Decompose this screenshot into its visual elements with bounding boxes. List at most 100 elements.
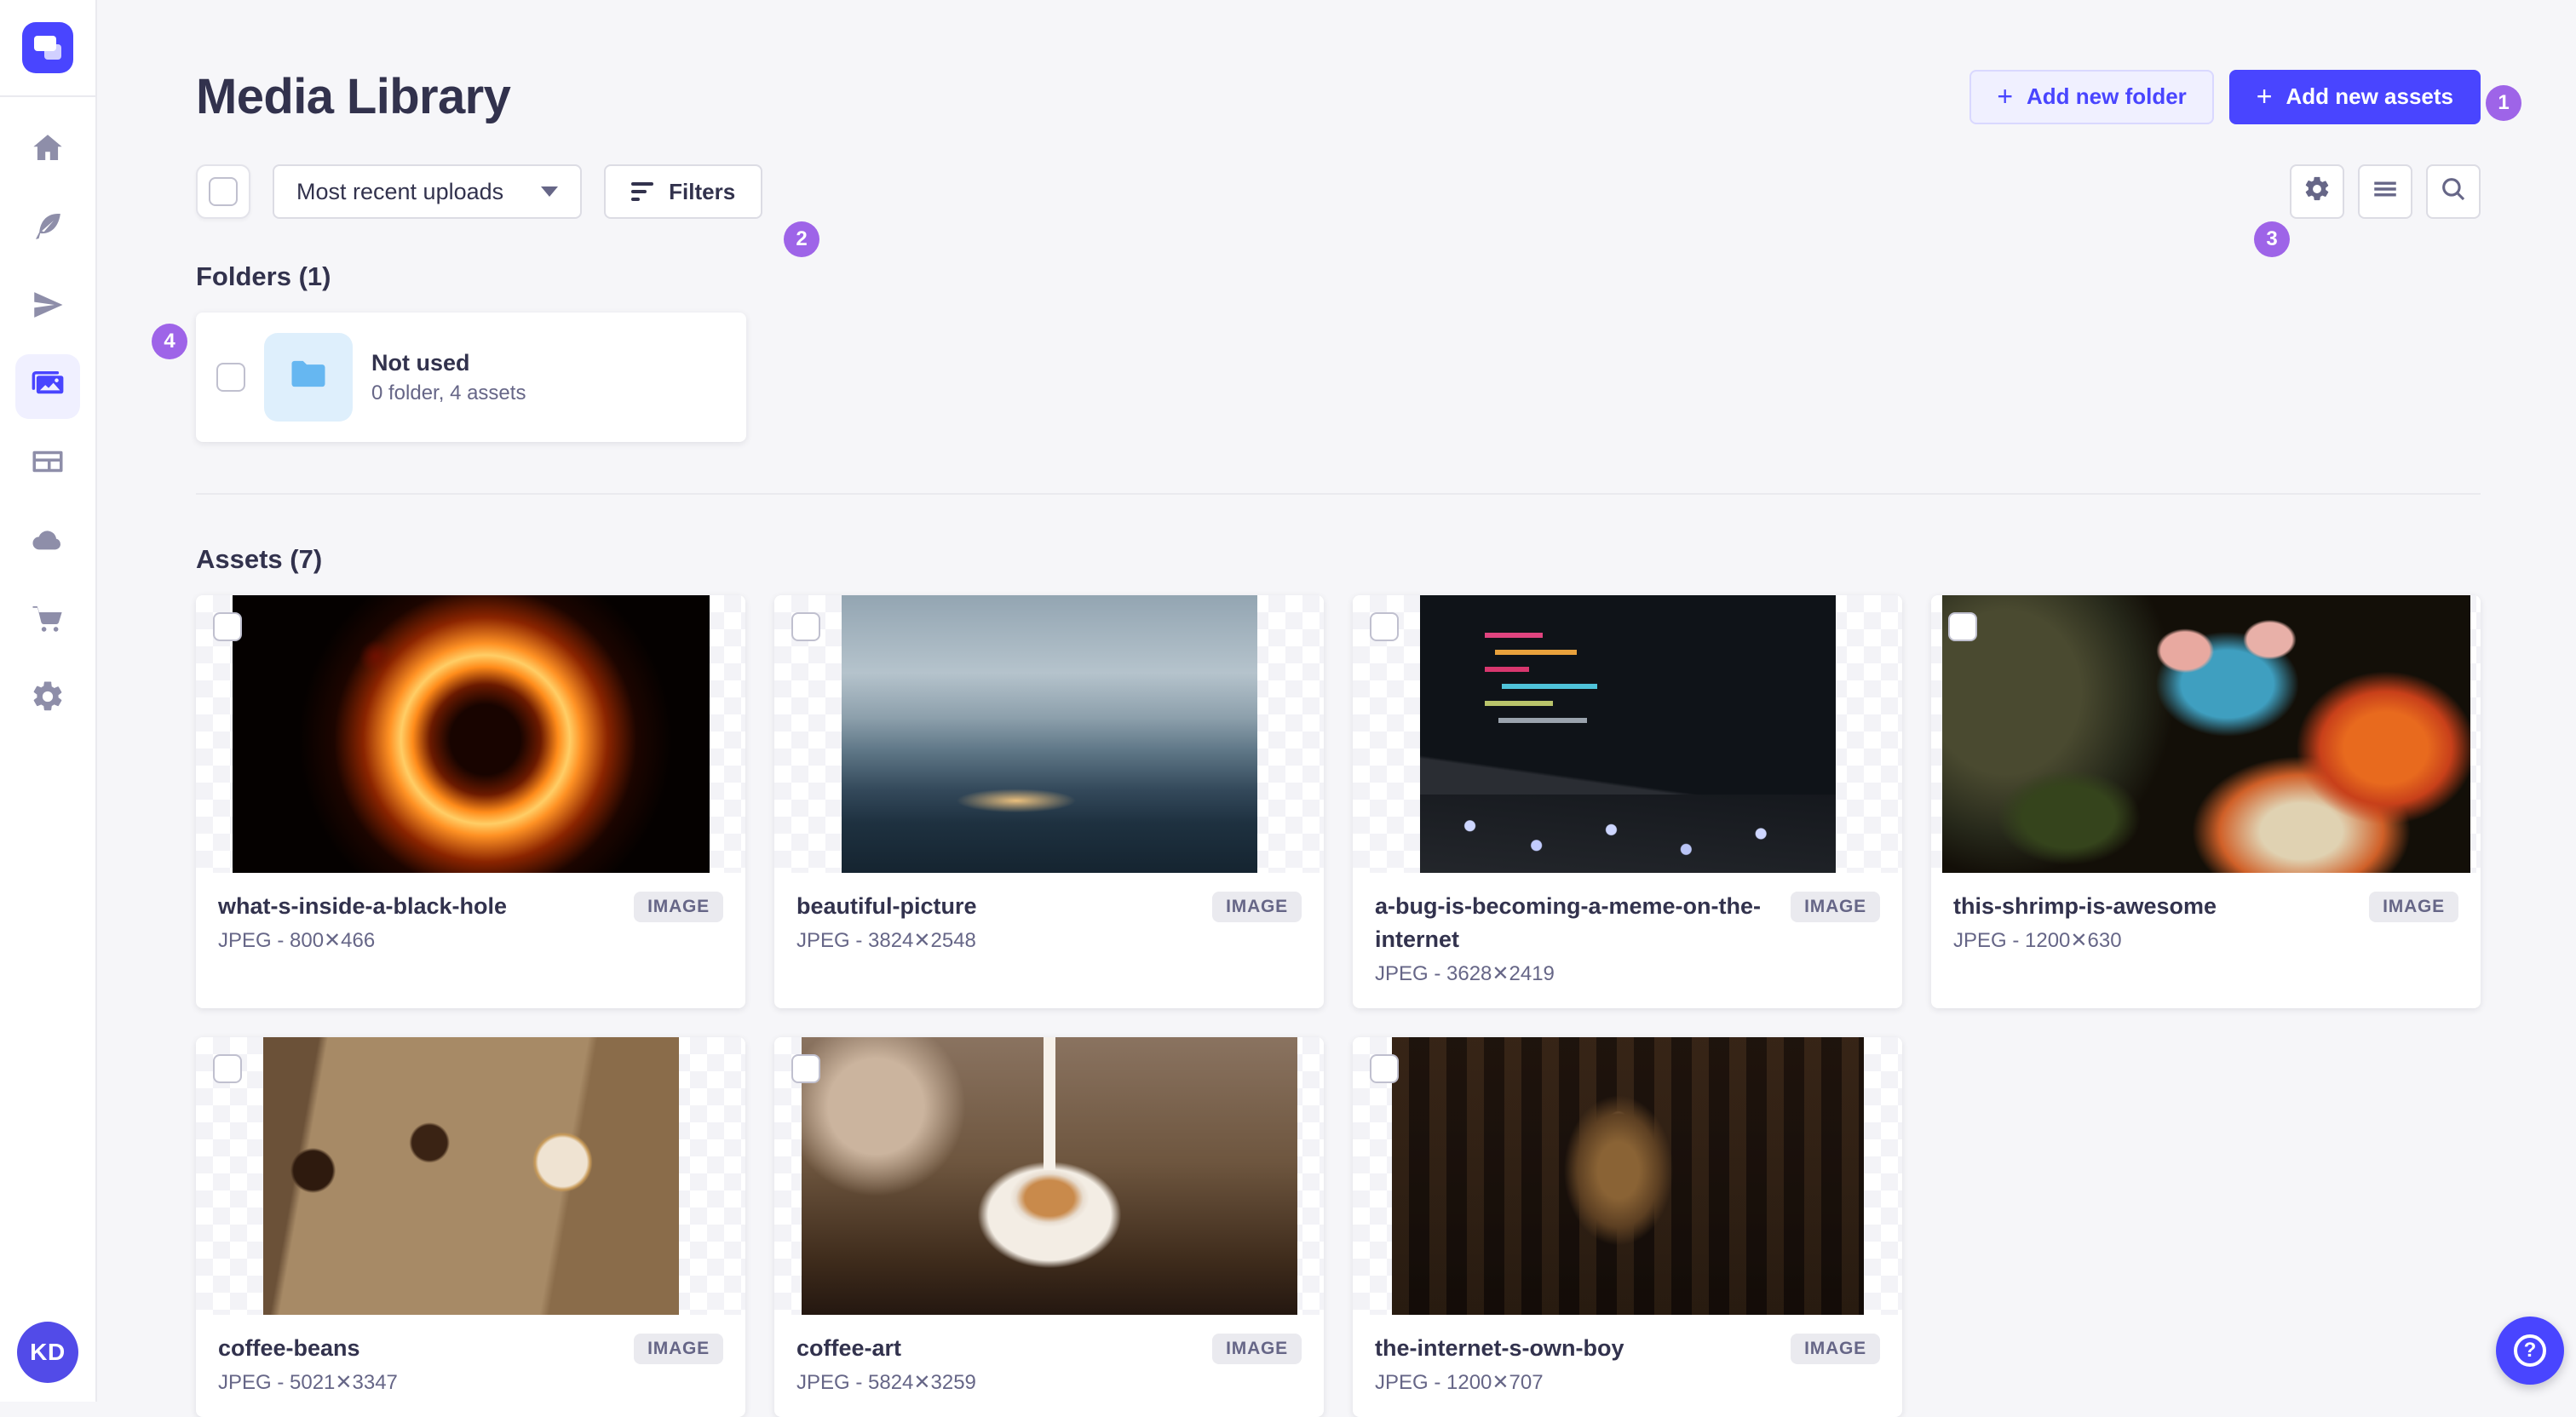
add-new-assets-label: Add new assets bbox=[2286, 83, 2453, 110]
filters-button[interactable]: Filters bbox=[604, 164, 762, 219]
asset-meta: JPEG - 5021✕3347 bbox=[218, 1370, 620, 1395]
asset-title: what-s-inside-a-black-hole bbox=[218, 890, 620, 923]
home-icon bbox=[30, 130, 66, 173]
asset-checkbox[interactable] bbox=[213, 1054, 242, 1083]
user-avatar[interactable]: KD bbox=[17, 1322, 78, 1383]
folder-card[interactable]: Not used 0 folder, 4 assets bbox=[196, 313, 746, 442]
asset-type-badge: IMAGE bbox=[634, 892, 723, 922]
asset-type-badge: IMAGE bbox=[1791, 892, 1880, 922]
asset-title: coffee-art bbox=[796, 1332, 1199, 1365]
chevron-down-icon bbox=[541, 186, 558, 197]
asset-card[interactable]: beautiful-picture JPEG - 3824✕2548 IMAGE bbox=[774, 595, 1324, 1008]
list-icon bbox=[2371, 175, 2400, 209]
asset-title: the-internet-s-own-boy bbox=[1375, 1332, 1777, 1365]
asset-type-badge: IMAGE bbox=[1212, 892, 1302, 922]
sidebar-item-releases[interactable] bbox=[15, 276, 80, 341]
asset-thumbnail bbox=[263, 1037, 679, 1315]
page-title: Media Library bbox=[196, 68, 510, 125]
layout-icon bbox=[30, 444, 66, 486]
folder-meta: 0 folder, 4 assets bbox=[371, 382, 526, 405]
asset-card[interactable]: coffee-beans JPEG - 5021✕3347 IMAGE bbox=[196, 1037, 745, 1417]
asset-card[interactable]: the-internet-s-own-boy JPEG - 1200✕707 I… bbox=[1353, 1037, 1902, 1417]
sort-dropdown[interactable]: Most recent uploads bbox=[273, 164, 582, 219]
gear-icon bbox=[30, 679, 66, 721]
help-icon: ? bbox=[2514, 1334, 2546, 1367]
asset-thumbnail-area bbox=[1931, 595, 2481, 873]
feather-icon bbox=[30, 209, 66, 251]
sidebar: KD bbox=[0, 0, 97, 1402]
filters-label: Filters bbox=[669, 179, 735, 205]
sidebar-item-home[interactable] bbox=[15, 119, 80, 184]
folder-checkbox[interactable] bbox=[216, 363, 245, 392]
folder-name: Not used bbox=[371, 350, 526, 376]
asset-title: this-shrimp-is-awesome bbox=[1953, 890, 2355, 923]
asset-thumbnail-area bbox=[1353, 595, 1902, 873]
search-icon bbox=[2439, 175, 2468, 209]
asset-type-badge: IMAGE bbox=[634, 1334, 723, 1364]
asset-checkbox[interactable] bbox=[1370, 612, 1399, 641]
asset-checkbox[interactable] bbox=[1370, 1054, 1399, 1083]
asset-checkbox[interactable] bbox=[1948, 612, 1977, 641]
add-new-assets-button[interactable]: + Add new assets bbox=[2229, 70, 2481, 124]
asset-card[interactable]: this-shrimp-is-awesome JPEG - 1200✕630 I… bbox=[1931, 595, 2481, 1008]
asset-thumbnail-area bbox=[1353, 1037, 1902, 1315]
asset-meta: JPEG - 3628✕2419 bbox=[1375, 961, 1777, 986]
asset-meta: JPEG - 1200✕707 bbox=[1375, 1370, 1777, 1395]
add-new-folder-label: Add new folder bbox=[2027, 83, 2187, 110]
search-button[interactable] bbox=[2426, 164, 2481, 219]
asset-meta: JPEG - 5824✕3259 bbox=[796, 1370, 1199, 1395]
add-new-folder-button[interactable]: + Add new folder bbox=[1969, 70, 2213, 124]
plus-icon: + bbox=[2257, 83, 2273, 110]
asset-meta: JPEG - 1200✕630 bbox=[1953, 928, 2355, 953]
asset-card[interactable]: what-s-inside-a-black-hole JPEG - 800✕46… bbox=[196, 595, 745, 1008]
asset-checkbox[interactable] bbox=[213, 612, 242, 641]
asset-type-badge: IMAGE bbox=[1791, 1334, 1880, 1364]
asset-thumbnail bbox=[1942, 595, 2470, 873]
assets-section-heading: Assets (7) bbox=[196, 544, 2481, 575]
assets-grid: what-s-inside-a-black-hole JPEG - 800✕46… bbox=[196, 595, 2481, 1417]
annotation-badge-1: 1 bbox=[2486, 85, 2521, 121]
asset-title: beautiful-picture bbox=[796, 890, 1199, 923]
asset-thumbnail bbox=[842, 595, 1257, 873]
view-settings-button[interactable] bbox=[2290, 164, 2344, 219]
asset-type-badge: IMAGE bbox=[2369, 892, 2458, 922]
plus-icon: + bbox=[1997, 83, 2013, 110]
sidebar-item-cloud[interactable] bbox=[15, 511, 80, 576]
asset-thumbnail bbox=[233, 595, 710, 873]
asset-title: coffee-beans bbox=[218, 1332, 620, 1365]
folder-icon bbox=[286, 352, 331, 403]
sidebar-item-marketplace[interactable] bbox=[15, 589, 80, 654]
gear-icon bbox=[2303, 175, 2332, 209]
filter-icon bbox=[631, 182, 653, 201]
select-all-checkbox[interactable] bbox=[209, 177, 238, 206]
help-button[interactable]: ? bbox=[2496, 1317, 2564, 1385]
annotation-badge-3: 3 bbox=[2254, 221, 2290, 257]
asset-checkbox[interactable] bbox=[791, 612, 820, 641]
media-library-icon bbox=[30, 365, 66, 408]
list-view-button[interactable] bbox=[2358, 164, 2412, 219]
sidebar-item-settings[interactable] bbox=[15, 668, 80, 732]
asset-thumbnail-area bbox=[196, 595, 745, 873]
asset-meta: JPEG - 3824✕2548 bbox=[796, 928, 1199, 953]
section-divider bbox=[196, 493, 2481, 495]
asset-thumbnail bbox=[1392, 1037, 1864, 1315]
main-content: Media Library + Add new folder + Add new… bbox=[97, 0, 2576, 1417]
asset-meta: JPEG - 800✕466 bbox=[218, 928, 620, 953]
strapi-logo[interactable] bbox=[22, 22, 73, 73]
sidebar-item-content[interactable] bbox=[15, 198, 80, 262]
paper-plane-icon bbox=[30, 287, 66, 330]
cart-icon bbox=[30, 600, 66, 643]
annotation-badge-4: 4 bbox=[152, 324, 187, 359]
folder-tile bbox=[264, 333, 353, 422]
asset-thumbnail-area bbox=[774, 1037, 1324, 1315]
select-all-button[interactable] bbox=[196, 164, 250, 219]
asset-type-badge: IMAGE bbox=[1212, 1334, 1302, 1364]
folders-section-heading: Folders (1) bbox=[196, 261, 2481, 292]
asset-thumbnail-area bbox=[196, 1037, 745, 1315]
cloud-icon bbox=[30, 522, 66, 565]
asset-card[interactable]: a-bug-is-becoming-a-meme-on-the-internet… bbox=[1353, 595, 1902, 1008]
sidebar-item-content-manager[interactable] bbox=[15, 433, 80, 497]
sidebar-item-media-library[interactable] bbox=[15, 354, 80, 419]
asset-checkbox[interactable] bbox=[791, 1054, 820, 1083]
asset-card[interactable]: coffee-art JPEG - 5824✕3259 IMAGE bbox=[774, 1037, 1324, 1417]
